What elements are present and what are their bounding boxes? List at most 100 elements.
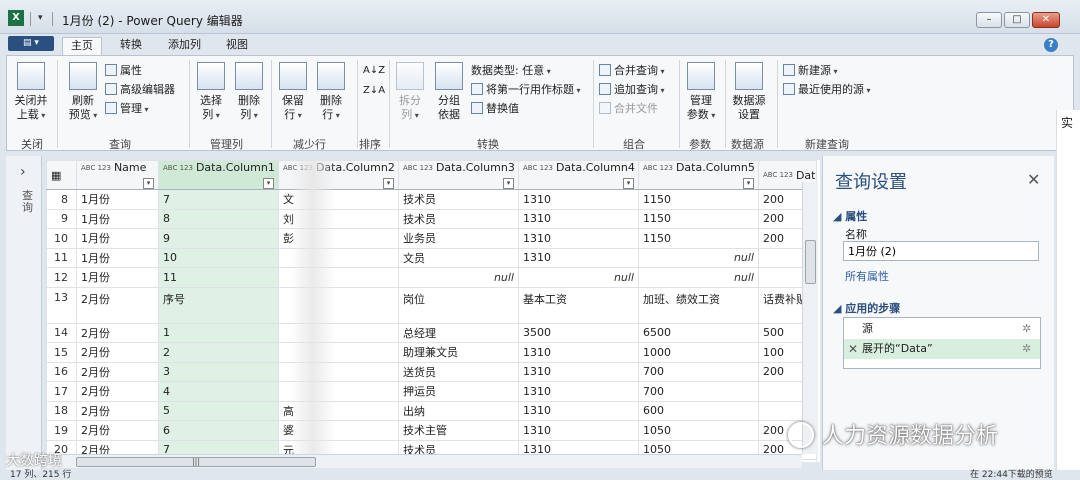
row-number[interactable]: 12	[46, 267, 77, 288]
file-menu-button[interactable]: ▤ ▾	[8, 36, 54, 51]
table-cell[interactable]: 6500	[638, 322, 759, 343]
table-cell[interactable]: 700	[638, 361, 759, 382]
data-source-settings-button[interactable]: 数据源 设置	[729, 62, 769, 122]
table-cell[interactable]: 技术主管	[398, 420, 519, 441]
delete-step-icon[interactable]: ✕	[848, 339, 858, 359]
table-cell[interactable]: 8	[158, 208, 279, 229]
group-by-button[interactable]: 分组 依据	[433, 62, 465, 122]
table-cell[interactable]: 1050	[638, 420, 759, 441]
step-source[interactable]: 源 ✲	[844, 319, 1040, 339]
table-cell[interactable]: 技术员	[398, 189, 519, 210]
expand-queries-chevron-icon[interactable]: ›	[20, 164, 26, 180]
horizontal-scroll-thumb[interactable]: |||	[76, 457, 316, 467]
table-cell[interactable]: 助理兼文员	[398, 342, 519, 363]
applied-steps-section-header[interactable]: ◢ 应用的步骤	[833, 300, 900, 316]
column-type-icon[interactable]: ABC 123	[763, 172, 793, 179]
table-menu-icon[interactable]: ▦	[46, 160, 77, 190]
table-cell[interactable]: 7	[158, 189, 279, 210]
close-window-button[interactable]: ✕	[1032, 12, 1060, 28]
table-row[interactable]: 10 1月份 9 彭业务员 1310 1150 200	[46, 228, 817, 249]
help-icon[interactable]: ?	[1044, 38, 1058, 52]
row-number[interactable]: 19	[46, 420, 77, 441]
minimize-button[interactable]: –	[976, 12, 1002, 28]
table-cell[interactable]: 1月份	[76, 228, 159, 249]
row-number[interactable]: 9	[46, 208, 77, 229]
column-type-icon[interactable]: ABC 123	[163, 164, 193, 172]
new-source-button[interactable]: 新建源 ▾	[783, 64, 838, 79]
table-cell[interactable]: 1月份	[76, 189, 159, 210]
column-filter-dropdown-icon[interactable]: ▾	[743, 178, 754, 189]
table-cell[interactable]: 2	[158, 342, 279, 363]
table-cell[interactable]: 1150	[638, 189, 759, 210]
table-cell[interactable]: 1000	[638, 342, 759, 363]
table-cell[interactable]: 600	[638, 400, 759, 421]
manage-parameters-button[interactable]: 管理 参数 ▾	[683, 62, 719, 123]
table-cell[interactable]: 2月份	[76, 342, 159, 363]
table-row[interactable]: 8 1月份 7 文技术员 1310 1150 200	[46, 189, 817, 210]
table-cell[interactable]: 2月份	[76, 420, 159, 441]
queries-pane-label[interactable]: 查询	[22, 190, 34, 214]
table-cell[interactable]: 出纳	[398, 400, 519, 421]
table-cell[interactable]: 1	[158, 322, 279, 343]
column-header-data-column3[interactable]: ABC 123 Data.Column3 ▾	[398, 160, 519, 190]
table-cell[interactable]: 业务员	[398, 228, 519, 249]
table-row[interactable]: 19 2月份 6 婆技术主管 1310 1050 200	[46, 420, 817, 441]
table-cell[interactable]: 700	[638, 381, 759, 402]
maximize-button[interactable]: □	[1004, 12, 1030, 28]
column-type-icon[interactable]: ABC 123	[403, 164, 433, 172]
table-cell[interactable]: 1310	[518, 342, 639, 363]
table-cell[interactable]: 1310	[518, 247, 639, 268]
merge-queries-button[interactable]: 合并查询 ▾	[599, 64, 665, 79]
column-header-data-column1[interactable]: ABC 123 Data.Column1 ▾	[158, 160, 279, 190]
close-icon[interactable]: ✕	[1027, 170, 1040, 189]
properties-button[interactable]: 属性	[105, 64, 142, 78]
table-row[interactable]: 15 2月份 2 助理兼文员 1310 1000 100	[46, 342, 817, 363]
table-row[interactable]: 12 1月份 11 null null null	[46, 267, 817, 288]
table-cell[interactable]: 基本工资	[518, 286, 639, 324]
row-number[interactable]: 17	[46, 381, 77, 402]
column-filter-dropdown-icon[interactable]: ▾	[263, 178, 274, 189]
manage-query-button[interactable]: 管理 ▾	[105, 102, 149, 117]
column-filter-dropdown-icon[interactable]: ▾	[623, 178, 634, 189]
table-cell[interactable]: 1月份	[76, 267, 159, 288]
table-cell[interactable]: 1310	[518, 381, 639, 402]
row-number[interactable]: 18	[46, 400, 77, 421]
table-cell[interactable]: 2月份	[76, 400, 159, 421]
recent-sources-button[interactable]: 最近使用的源 ▾	[783, 83, 871, 98]
table-cell[interactable]: 序号	[158, 286, 279, 324]
table-cell[interactable]: 2月份	[76, 381, 159, 402]
advanced-editor-button[interactable]: 高级编辑器	[105, 83, 175, 97]
row-number[interactable]: 15	[46, 342, 77, 363]
table-cell[interactable]: 3500	[518, 322, 639, 343]
table-cell[interactable]: 押运员	[398, 381, 519, 402]
table-cell[interactable]: 送货员	[398, 361, 519, 382]
table-cell[interactable]: 9	[158, 228, 279, 249]
row-number[interactable]: 10	[46, 228, 77, 249]
quick-access-dropdown-icon[interactable]: ▾	[38, 13, 43, 23]
table-cell[interactable]: null	[638, 247, 759, 268]
row-number[interactable]: 13	[46, 286, 77, 324]
table-cell[interactable]: null	[638, 267, 759, 288]
step-expanded-data[interactable]: ✕ 展开的“Data” ✲	[844, 339, 1040, 359]
sort-ascending-button[interactable]: A↓Z	[363, 64, 385, 78]
query-name-input[interactable]	[843, 241, 1039, 261]
remove-rows-button[interactable]: 删除 行 ▾	[313, 62, 349, 123]
tab-view[interactable]: 视图	[218, 37, 256, 55]
row-number[interactable]: 11	[46, 247, 77, 268]
column-header-data-column4[interactable]: ABC 123 Data.Column4 ▾	[518, 160, 639, 190]
table-row[interactable]: 18 2月份 5 高出纳 1310 600	[46, 400, 817, 421]
tab-add-column[interactable]: 添加列	[160, 37, 209, 55]
append-queries-button[interactable]: 追加查询 ▾	[599, 83, 665, 98]
table-cell[interactable]: 技术员	[398, 208, 519, 229]
table-cell[interactable]: 1150	[638, 228, 759, 249]
properties-section-header[interactable]: ◢ 属性	[833, 208, 867, 224]
table-cell[interactable]: 岗位	[398, 286, 519, 324]
column-filter-dropdown-icon[interactable]: ▾	[503, 178, 514, 189]
table-cell[interactable]: 5	[158, 400, 279, 421]
table-cell[interactable]: 1310	[518, 208, 639, 229]
row-number[interactable]: 8	[46, 189, 77, 210]
table-row[interactable]: 9 1月份 8 刘技术员 1310 1150 200	[46, 208, 817, 229]
use-first-row-headers-button[interactable]: 将第一行用作标题 ▾	[471, 83, 581, 98]
table-cell[interactable]: 1月份	[76, 208, 159, 229]
column-header-name[interactable]: ABC 123 Name ▾	[76, 160, 159, 190]
